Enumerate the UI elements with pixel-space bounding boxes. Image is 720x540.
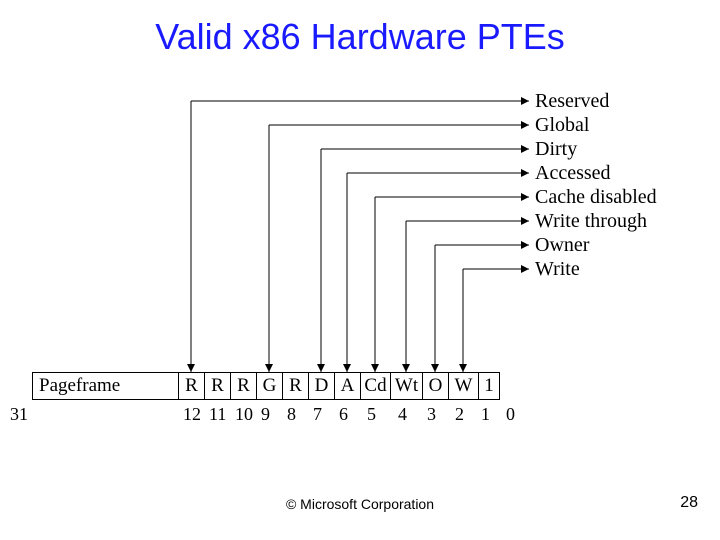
bit-number: 12 xyxy=(183,404,201,425)
bit-cell: R xyxy=(204,372,230,400)
bit-number-row: 311211109876543210 xyxy=(0,404,720,426)
bit-number: 11 xyxy=(209,404,226,425)
bit-cell: W xyxy=(448,372,478,400)
bit-cell: G xyxy=(256,372,282,400)
connector-lines xyxy=(0,0,720,540)
bit-number: 2 xyxy=(455,404,464,425)
bit-number: 10 xyxy=(235,404,253,425)
bit-cell: Wt xyxy=(390,372,422,400)
bit-number: 6 xyxy=(339,404,348,425)
bit-cell: 1 xyxy=(478,372,500,400)
bit-cell: R xyxy=(282,372,308,400)
bit-number: 1 xyxy=(481,404,490,425)
bit-number: 9 xyxy=(261,404,270,425)
bit-number: 8 xyxy=(287,404,296,425)
bit-number: 3 xyxy=(427,404,436,425)
bit-cell: Pageframe xyxy=(32,372,178,400)
bit-cell: Cd xyxy=(360,372,390,400)
bit-cell: D xyxy=(308,372,334,400)
bit-cell: R xyxy=(178,372,204,400)
bit-cell: O xyxy=(422,372,448,400)
bit-number: 0 xyxy=(506,404,515,425)
bit-cell: R xyxy=(230,372,256,400)
bit-cell: A xyxy=(334,372,360,400)
bit-number: 7 xyxy=(313,404,322,425)
copyright-text: © Microsoft Corporation xyxy=(0,496,720,512)
bit-field-row: PageframeRRRGRDACdWtOW1 xyxy=(32,372,500,400)
page-number: 28 xyxy=(680,494,698,512)
bit-number: 5 xyxy=(367,404,376,425)
bit-number: 31 xyxy=(10,404,28,425)
bit-number: 4 xyxy=(398,404,407,425)
